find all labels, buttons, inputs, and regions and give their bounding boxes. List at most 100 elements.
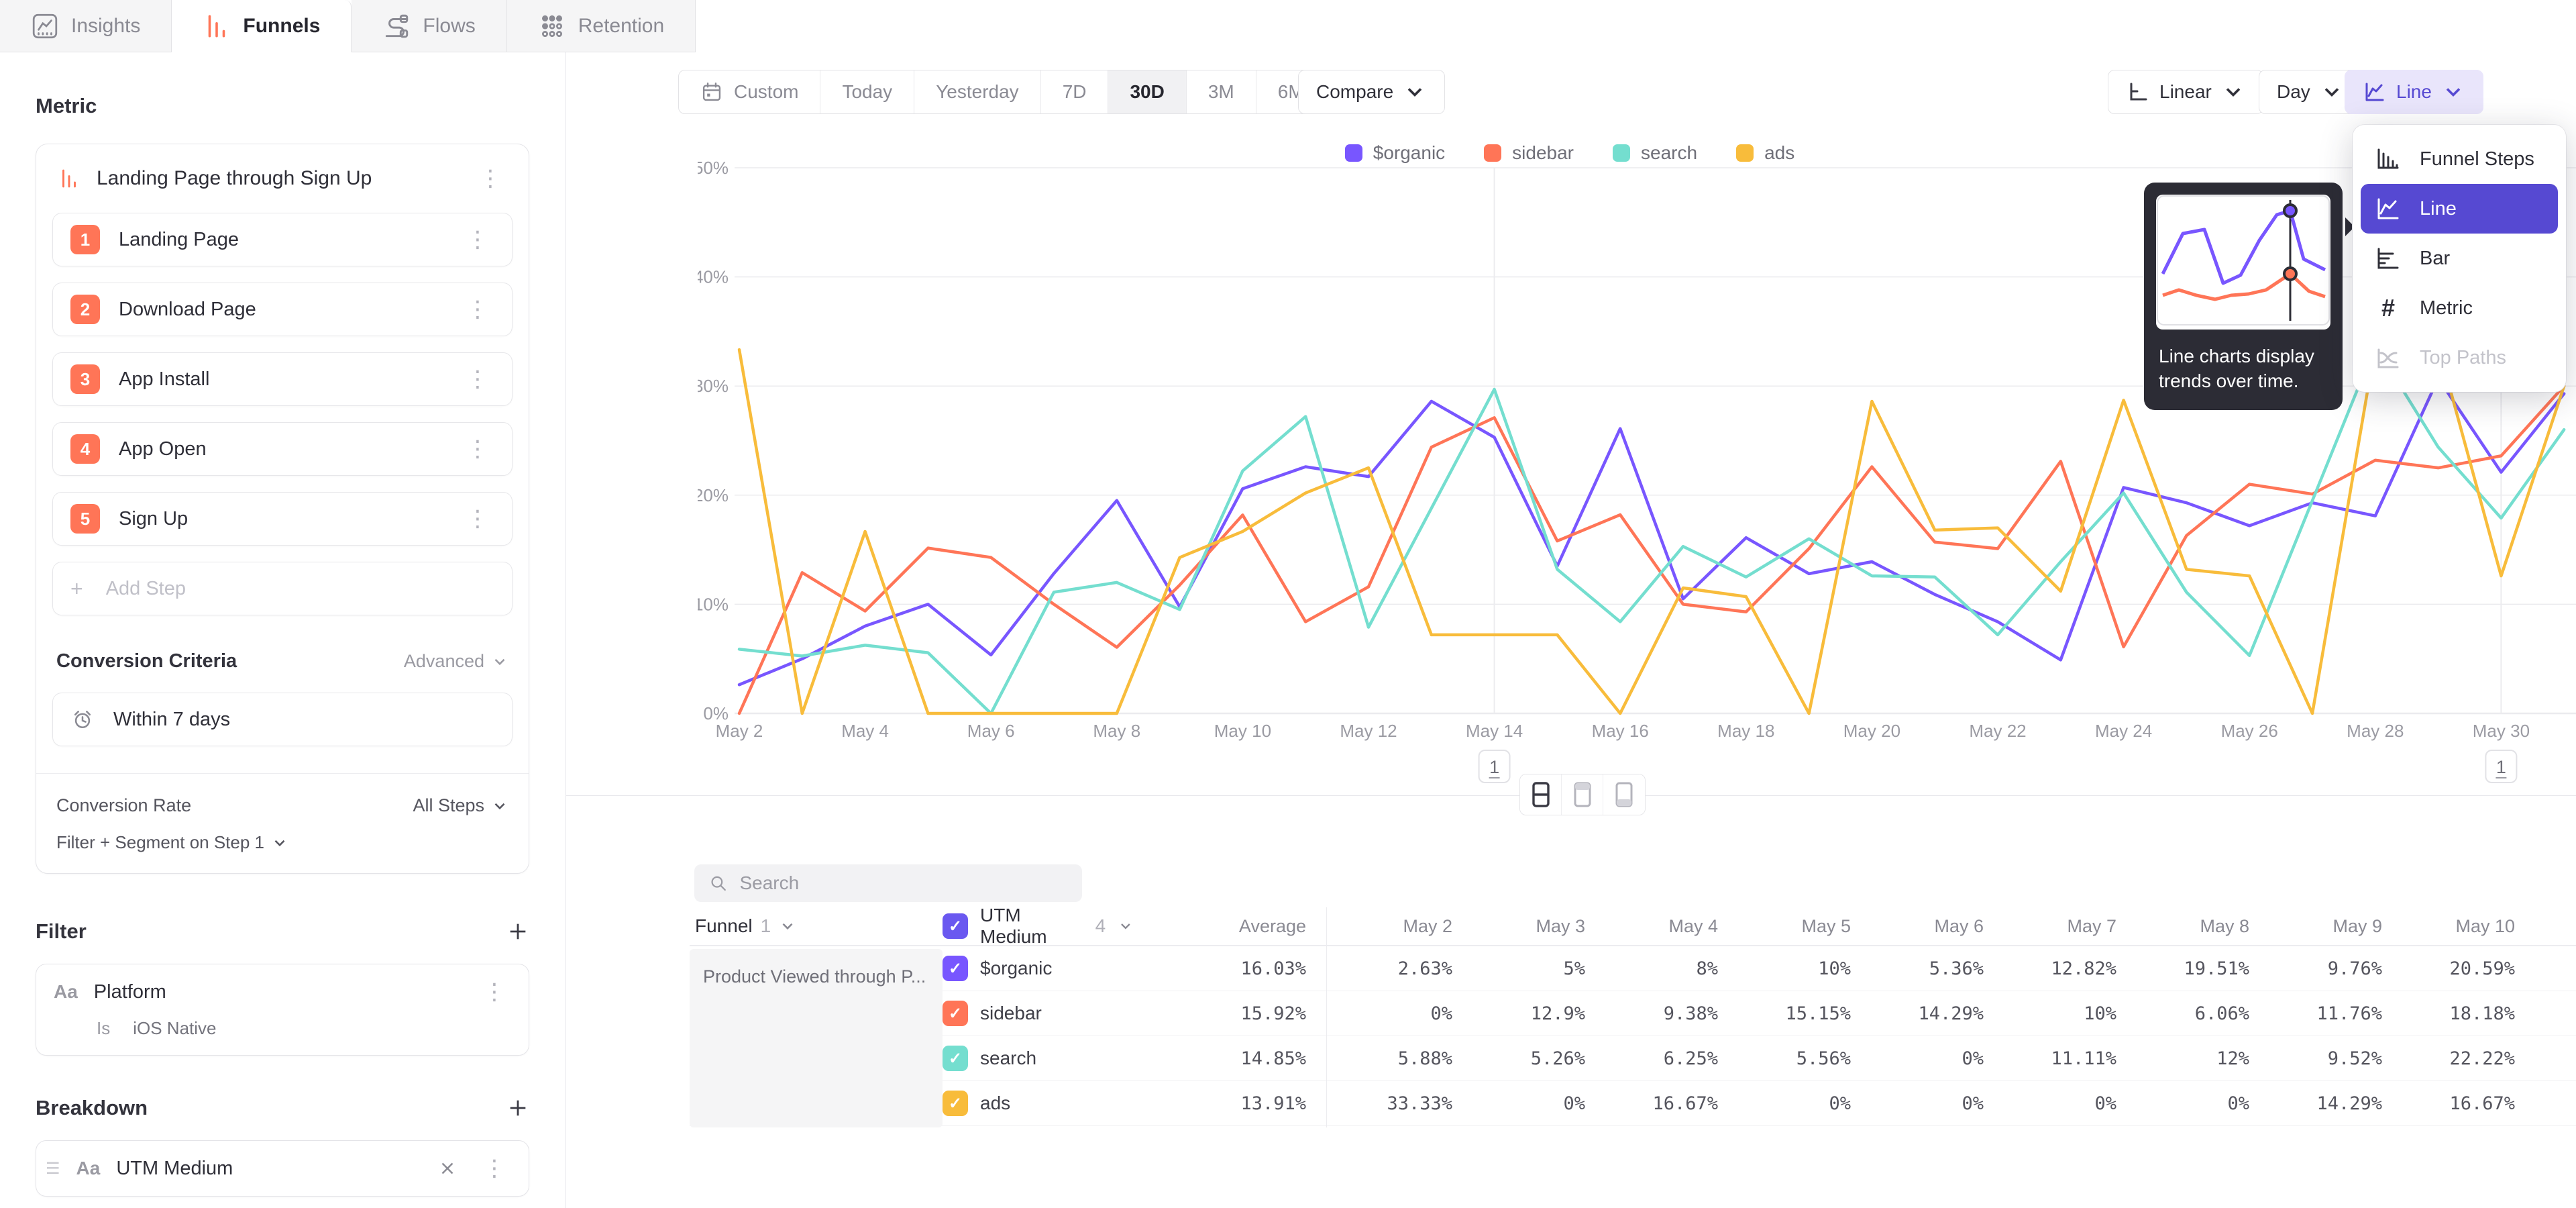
- date-column-header[interactable]: May 4: [1592, 916, 1725, 937]
- date-column-header[interactable]: May 2: [1326, 916, 1459, 937]
- menu-item-metric[interactable]: # Metric: [2361, 283, 2558, 333]
- range-label: Today: [842, 81, 892, 103]
- funnels-app: Insights Funnels Flows Retention: [0, 0, 2576, 1208]
- value-cell: 6.25%: [1592, 1048, 1725, 1069]
- string-type-icon: Aa: [54, 981, 78, 1003]
- search-input[interactable]: [739, 872, 1067, 894]
- scale-dropdown[interactable]: Linear: [2108, 70, 2263, 114]
- view-table-only-button[interactable]: [1603, 774, 1645, 815]
- menu-item-funnel-steps[interactable]: Funnel Steps: [2361, 134, 2558, 184]
- step-label: App Open: [119, 438, 207, 460]
- date-column-header[interactable]: May 8: [2123, 916, 2256, 937]
- breakdown-kebab-icon[interactable]: ⋮: [478, 1157, 511, 1180]
- date-column-header[interactable]: May 10: [2389, 916, 2522, 937]
- funnel-step-1[interactable]: 1 Landing Page ⋮: [52, 213, 513, 266]
- menu-item-top-paths[interactable]: Top Paths: [2361, 333, 2558, 383]
- series-cell: ✓search: [943, 1046, 1134, 1071]
- linear-scale-icon: [2126, 80, 2150, 104]
- breakdown-property: UTM Medium: [116, 1158, 233, 1180]
- value-cell: 5.36%: [1858, 958, 1990, 979]
- menu-item-line[interactable]: Line: [2361, 184, 2558, 234]
- all-steps-dropdown[interactable]: All Steps: [413, 795, 508, 816]
- date-column-header[interactable]: May 3: [1459, 916, 1592, 937]
- range-3m[interactable]: 3M: [1187, 70, 1256, 113]
- filter-value[interactable]: iOS Native: [133, 1018, 216, 1039]
- svg-text:30%: 30%: [698, 376, 729, 396]
- view-chart-only-button[interactable]: [1562, 774, 1603, 815]
- select-all-checkbox[interactable]: ✓: [943, 913, 968, 939]
- compare-button[interactable]: Compare: [1298, 70, 1445, 114]
- svg-text:10%: 10%: [698, 594, 729, 614]
- range-label: 30D: [1130, 81, 1164, 103]
- range-7d[interactable]: 7D: [1041, 70, 1109, 113]
- series-checkbox[interactable]: ✓: [943, 956, 968, 981]
- value-cell: 2.63%: [1326, 958, 1459, 979]
- series-checkbox[interactable]: ✓: [943, 1046, 968, 1071]
- step-kebab-icon[interactable]: ⋮: [461, 368, 494, 391]
- tab-retention[interactable]: Retention: [507, 0, 696, 52]
- tab-insights[interactable]: Insights: [0, 0, 172, 52]
- breakdown-card[interactable]: ☰ Aa UTM Medium ⋮: [36, 1140, 529, 1197]
- value-cell: 11.11%: [1990, 1048, 2123, 1069]
- range-30d[interactable]: 30D: [1108, 70, 1186, 113]
- table-header-row: Funnel 1 ✓ UTM Medium 4 Average May 2 Ma…: [690, 907, 2576, 946]
- date-column-header[interactable]: May 5: [1725, 916, 1858, 937]
- filter-property: Platform: [94, 981, 166, 1003]
- tooltip-preview-chart: [2156, 195, 2330, 330]
- filter-card[interactable]: Aa Platform ⋮ Is iOS Native: [36, 964, 529, 1056]
- average-value-cell: 16.03%: [1134, 958, 1326, 979]
- tab-retention-label: Retention: [578, 15, 664, 38]
- metric-kebab-icon[interactable]: ⋮: [474, 167, 507, 190]
- top-paths-icon: [2374, 344, 2402, 372]
- date-column-header[interactable]: May 9: [2256, 916, 2389, 937]
- metric-title-row[interactable]: Landing Page through Sign Up ⋮: [52, 163, 513, 197]
- step-kebab-icon[interactable]: ⋮: [461, 507, 494, 530]
- funnel-column-header[interactable]: Funnel 1: [690, 915, 943, 937]
- date-column-header[interactable]: May 7: [1990, 916, 2123, 937]
- date-range-control: Custom Today Yesterday 7D 30D 3M 6M 12M: [678, 70, 1406, 114]
- range-custom[interactable]: Custom: [679, 70, 820, 113]
- table-body: ✓$organic16.03%2.63%5%8%10%5.36%12.82%19…: [690, 946, 2576, 1126]
- range-yesterday[interactable]: Yesterday: [914, 70, 1041, 113]
- add-breakdown-button[interactable]: [506, 1097, 529, 1119]
- add-step-button[interactable]: + Add Step: [52, 562, 513, 615]
- funnel-step-4[interactable]: 4 App Open ⋮: [52, 422, 513, 476]
- tab-flows[interactable]: Flows: [352, 0, 506, 52]
- view-split-button[interactable]: [1520, 774, 1562, 815]
- tab-insights-label: Insights: [71, 15, 140, 38]
- filter-kebab-icon[interactable]: ⋮: [478, 980, 511, 1003]
- range-today[interactable]: Today: [820, 70, 914, 113]
- funnel-step-2[interactable]: 2 Download Page ⋮: [52, 283, 513, 336]
- series-checkbox[interactable]: ✓: [943, 1091, 968, 1116]
- menu-item-bar[interactable]: Bar: [2361, 234, 2558, 283]
- remove-breakdown-icon[interactable]: [437, 1158, 458, 1178]
- filter-segment-dropdown[interactable]: Filter + Segment on Step 1: [52, 832, 513, 853]
- breakdown-column-header[interactable]: ✓ UTM Medium 4: [943, 905, 1134, 948]
- step-kebab-icon[interactable]: ⋮: [461, 438, 494, 460]
- value-cell: 0%: [2123, 1093, 2256, 1114]
- chart-type-dropdown[interactable]: Line: [2345, 70, 2483, 114]
- svg-text:May 26: May 26: [2221, 721, 2278, 741]
- step-kebab-icon[interactable]: ⋮: [461, 228, 494, 251]
- tab-flows-label: Flows: [423, 15, 475, 38]
- advanced-dropdown[interactable]: Advanced: [404, 651, 508, 672]
- step-label: Landing Page: [119, 229, 239, 251]
- tab-funnels[interactable]: Funnels: [172, 0, 352, 52]
- top-tab-bar: Insights Funnels Flows Retention: [0, 0, 696, 52]
- series-checkbox[interactable]: ✓: [943, 1001, 968, 1026]
- date-column-header[interactable]: May 6: [1858, 916, 1990, 937]
- value-cell: 12%: [2123, 1048, 2256, 1069]
- filter-operator[interactable]: Is: [97, 1018, 110, 1039]
- series-cell: ✓$organic: [943, 956, 1134, 981]
- drag-handle-icon[interactable]: ☰: [46, 1159, 60, 1178]
- average-column-header[interactable]: Average: [1134, 916, 1326, 937]
- add-filter-button[interactable]: [506, 920, 529, 943]
- conversion-window-button[interactable]: Within 7 days: [52, 693, 513, 746]
- funnel-name-cell[interactable]: Product Viewed through P...: [690, 949, 943, 1127]
- funnel-step-3[interactable]: 3 App Install ⋮: [52, 352, 513, 406]
- table-row: ✓search14.85%5.88%5.26%6.25%5.56%0%11.11…: [690, 1036, 2576, 1081]
- funnel-step-5[interactable]: 5 Sign Up ⋮: [52, 492, 513, 546]
- step-kebab-icon[interactable]: ⋮: [461, 298, 494, 321]
- table-only-view-icon: [1609, 780, 1639, 809]
- value-cell: 19.51%: [2123, 958, 2256, 979]
